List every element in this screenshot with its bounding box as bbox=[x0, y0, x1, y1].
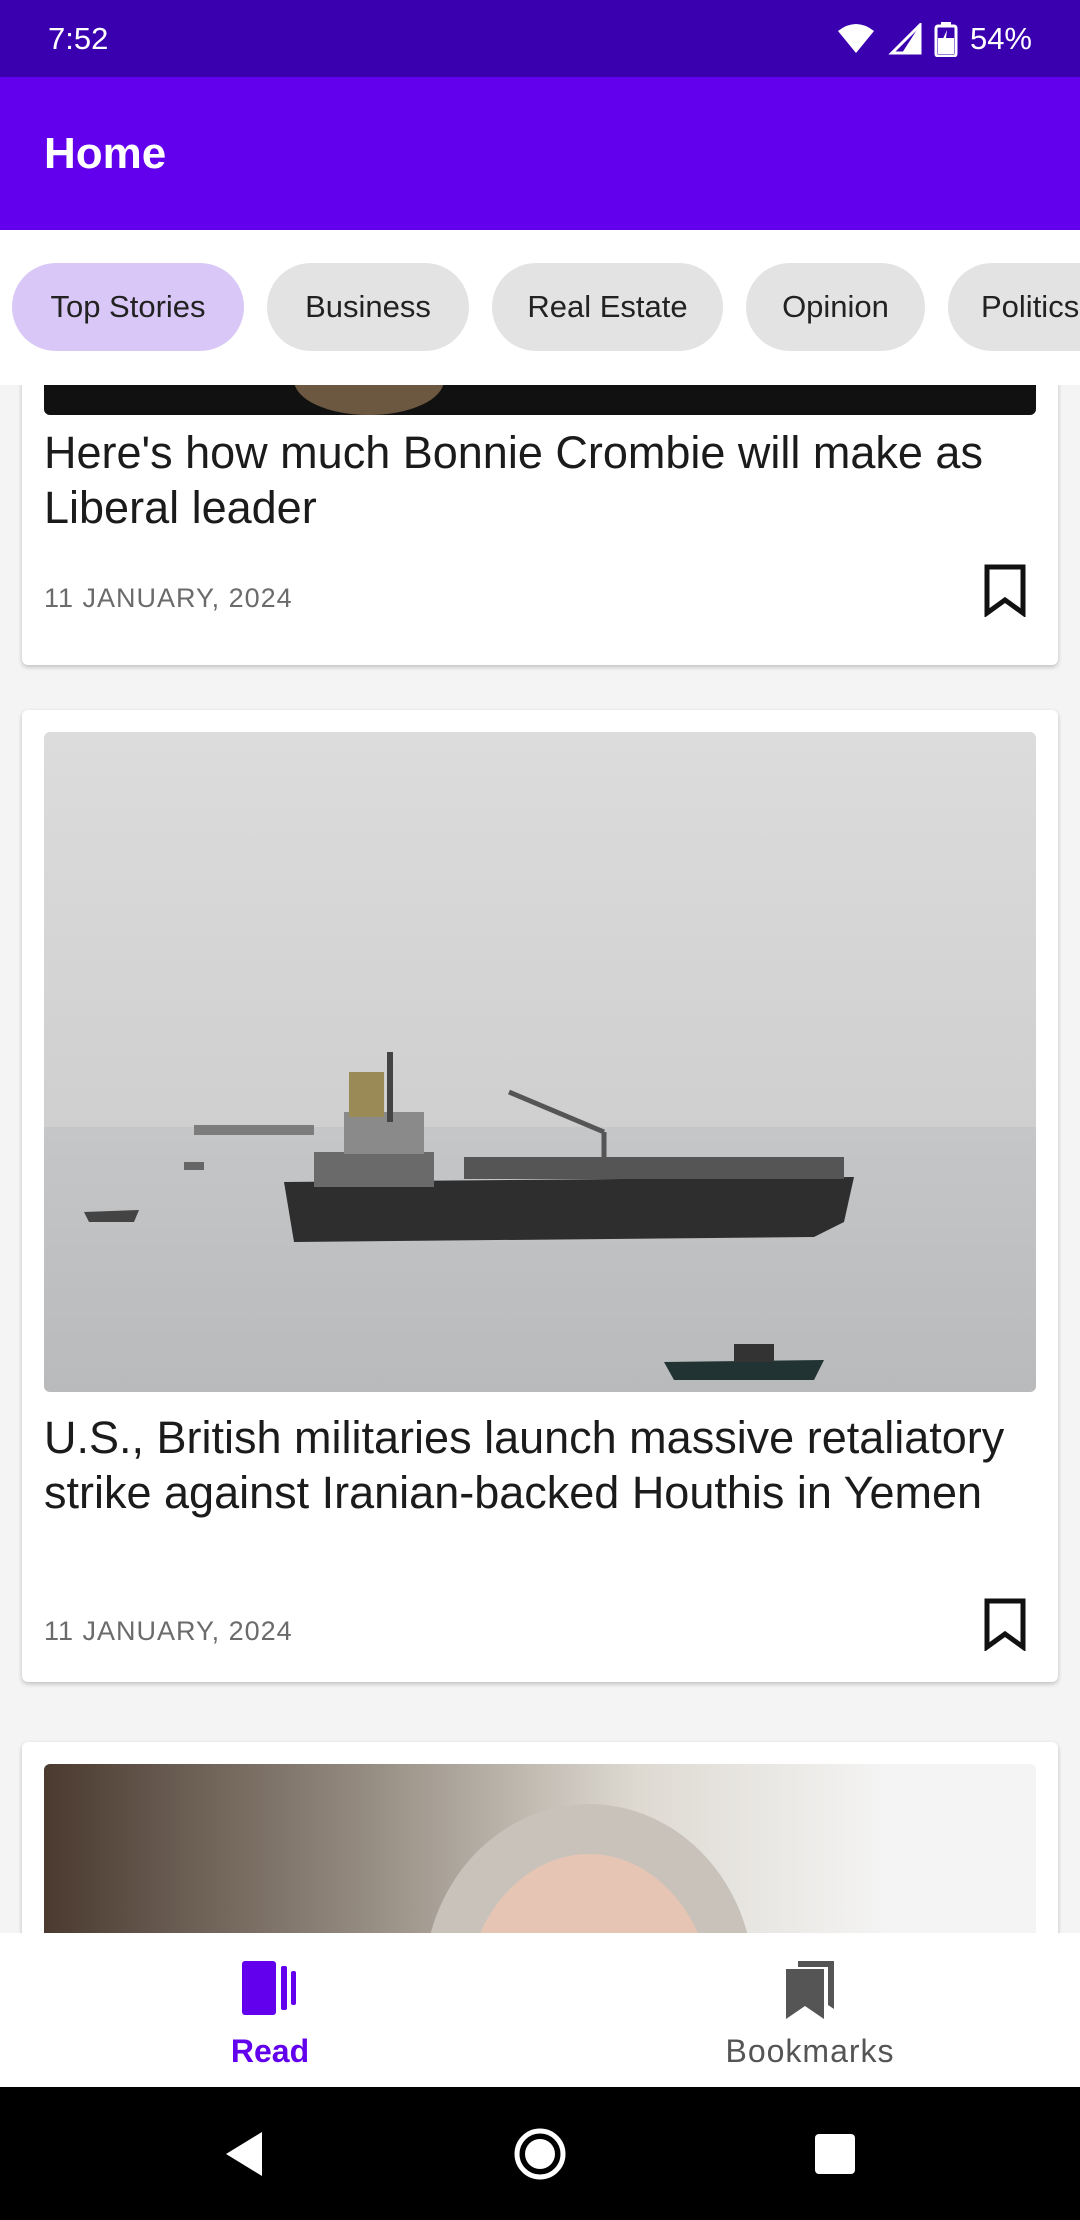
nav-bookmarks[interactable]: Bookmarks bbox=[540, 1933, 1080, 2087]
nav-read[interactable]: Read bbox=[0, 1933, 540, 2087]
nav-read-label: Read bbox=[230, 2033, 310, 2069]
article-image[interactable] bbox=[44, 1764, 1036, 1933]
chip-label: Top Stories bbox=[50, 289, 206, 324]
status-icons: 54% bbox=[836, 21, 1032, 57]
home-icon bbox=[514, 2128, 566, 2179]
chip-politics[interactable]: Politics bbox=[948, 263, 1080, 351]
chip-top-stories[interactable]: Top Stories bbox=[12, 263, 244, 351]
article-date: 11 JANUARY, 2024 bbox=[44, 1616, 293, 1646]
home-button[interactable] bbox=[480, 2087, 600, 2220]
app-bar: Home bbox=[0, 77, 1080, 230]
read-icon bbox=[242, 1961, 296, 2015]
bottom-navigation: Read Bookmarks bbox=[0, 1933, 1080, 2087]
battery-percent: 54% bbox=[969, 20, 1032, 56]
recents-button[interactable] bbox=[775, 2087, 895, 2220]
article-image bbox=[44, 385, 1036, 415]
nav-bookmarks-label: Bookmarks bbox=[725, 2033, 895, 2069]
bookmarks-icon bbox=[786, 1961, 834, 2019]
chip-label: Politics bbox=[981, 289, 1080, 324]
status-bar: 7:52 54% bbox=[0, 0, 1080, 77]
chip-real-estate[interactable]: Real Estate bbox=[492, 263, 723, 351]
back-button[interactable] bbox=[184, 2087, 304, 2220]
chip-label: Opinion bbox=[782, 289, 889, 324]
recents-icon bbox=[815, 2133, 855, 2174]
article-feed[interactable]: Here's how much Bonnie Crombie will make… bbox=[0, 385, 1080, 1933]
chip-business[interactable]: Business bbox=[267, 263, 469, 351]
chip-label: Business bbox=[305, 289, 431, 324]
ship-photo bbox=[44, 732, 1036, 1392]
article-card[interactable]: U.S., British militaries launch massive … bbox=[22, 710, 1058, 1682]
category-chips[interactable]: Top Stories Business Real Estate Opinion… bbox=[0, 230, 1080, 385]
bookmark-outline-icon[interactable] bbox=[982, 1597, 1028, 1651]
system-navigation-bar bbox=[0, 2087, 1080, 2220]
bookmark-outline-icon[interactable] bbox=[982, 563, 1028, 617]
page-title: Home bbox=[44, 128, 167, 178]
chip-opinion[interactable]: Opinion bbox=[746, 263, 925, 351]
article-card[interactable] bbox=[22, 1742, 1058, 1933]
wifi-icon bbox=[837, 23, 874, 53]
article-date: 11 JANUARY, 2024 bbox=[44, 583, 293, 613]
article-headline[interactable]: Here's how much Bonnie Crombie will make… bbox=[44, 425, 1024, 535]
article-card[interactable]: Here's how much Bonnie Crombie will make… bbox=[22, 385, 1058, 665]
article-headline[interactable]: U.S., British militaries launch massive … bbox=[44, 1410, 1024, 1520]
signal-icon bbox=[888, 22, 922, 54]
battery-icon bbox=[934, 21, 958, 57]
status-time: 7:52 bbox=[48, 20, 109, 56]
chip-label: Real Estate bbox=[527, 289, 688, 324]
back-icon bbox=[226, 2131, 262, 2176]
article-image[interactable] bbox=[44, 732, 1036, 1392]
